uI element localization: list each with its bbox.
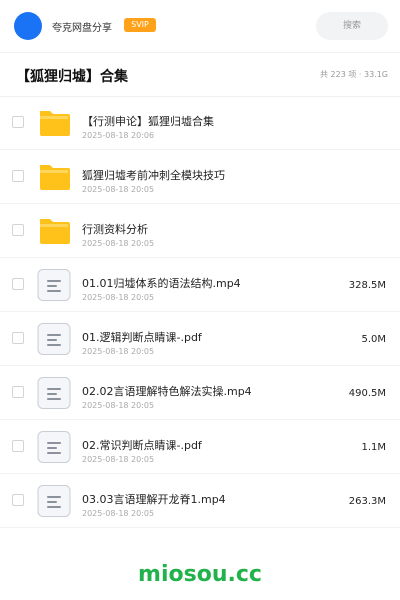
select-checkbox[interactable] (12, 224, 24, 236)
item-size: 1.1M (361, 442, 386, 453)
select-checkbox[interactable] (12, 386, 24, 398)
item-size: 263.3M (348, 496, 386, 507)
list-item[interactable]: 02.02言语理解特色解法实操.mp4 2025-08-18 20:05 490.5… (0, 366, 400, 420)
avatar[interactable] (14, 12, 42, 40)
search-input[interactable]: 搜索 (316, 12, 388, 40)
folder-icon (37, 107, 71, 139)
folder-header: 【狐狸归墟】合集 共 223 项 · 33.1G (0, 52, 400, 97)
item-date: 2025-08-18 20:05 (82, 239, 155, 248)
select-checkbox[interactable] (12, 116, 24, 128)
document-icon (37, 269, 71, 301)
select-checkbox[interactable] (12, 170, 24, 182)
item-name: 03.03言语理解开龙脊1.mp4 (82, 493, 226, 506)
item-size: 5.0M (361, 334, 386, 345)
select-checkbox[interactable] (12, 440, 24, 452)
item-name: 行测资料分析 (82, 223, 148, 236)
item-date: 2025-08-18 20:05 (82, 455, 155, 464)
watermark: miosou.cc (138, 562, 262, 587)
item-size: 328.5M (348, 280, 386, 291)
item-name: 02.02言语理解特色解法实操.mp4 (82, 385, 252, 398)
folder-summary: 共 223 项 · 33.1G (320, 70, 388, 79)
document-icon (37, 323, 71, 355)
item-name: 02.常识判断点睛课-.pdf (82, 439, 202, 452)
item-name: 01.逻辑判断点睛课-.pdf (82, 331, 202, 344)
list-item[interactable]: 01.01归墟体系的语法结构.mp4 2025-08-18 20:05 328.5M (0, 258, 400, 312)
vip-badge: SVIP (124, 18, 156, 32)
list-item[interactable]: 01.逻辑判断点睛课-.pdf 2025-08-18 20:05 5.0M (0, 312, 400, 366)
item-date: 2025-08-18 20:05 (82, 509, 155, 518)
brand-name: 夸克网盘分享 (52, 23, 112, 34)
top-bar: 夸克网盘分享 SVIP 搜索 (0, 0, 400, 53)
item-name: 01.01归墟体系的语法结构.mp4 (82, 277, 241, 290)
folder-icon (37, 161, 71, 193)
list-item[interactable]: 【行测申论】狐狸归墟合集 2025-08-18 20:06 (0, 96, 400, 150)
select-checkbox[interactable] (12, 332, 24, 344)
list-item[interactable]: 狐狸归墟考前冲刺全模块技巧 2025-08-18 20:05 (0, 150, 400, 204)
item-name: 【行测申论】狐狸归墟合集 (82, 115, 214, 128)
select-checkbox[interactable] (12, 494, 24, 506)
item-size: 490.5M (348, 388, 386, 399)
list-item[interactable]: 02.常识判断点睛课-.pdf 2025-08-18 20:05 1.1M (0, 420, 400, 474)
document-icon (37, 377, 71, 409)
file-list: 【行测申论】狐狸归墟合集 2025-08-18 20:06 狐狸归墟考前冲刺全模块技… (0, 96, 400, 528)
item-date: 2025-08-18 20:06 (82, 131, 155, 140)
list-item[interactable]: 03.03言语理解开龙脊1.mp4 2025-08-18 20:05 263.3M (0, 474, 400, 528)
folder-icon (37, 215, 71, 247)
item-name: 狐狸归墟考前冲刺全模块技巧 (82, 169, 225, 182)
item-date: 2025-08-18 20:05 (82, 401, 155, 410)
page-title: 【狐狸归墟】合集 (16, 69, 128, 85)
document-icon (37, 431, 71, 463)
document-icon (37, 485, 71, 517)
item-date: 2025-08-18 20:05 (82, 347, 155, 356)
item-date: 2025-08-18 20:05 (82, 185, 155, 194)
select-checkbox[interactable] (12, 278, 24, 290)
item-date: 2025-08-18 20:05 (82, 293, 155, 302)
list-item[interactable]: 行测资料分析 2025-08-18 20:05 (0, 204, 400, 258)
